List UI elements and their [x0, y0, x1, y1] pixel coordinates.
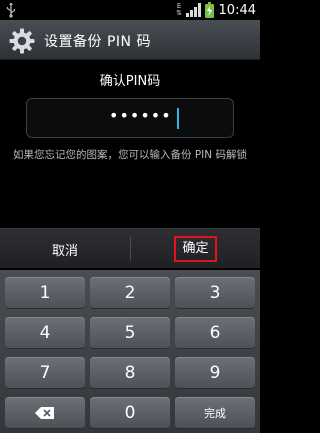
ok-label: 确定	[174, 236, 217, 262]
status-time: 10:44	[218, 2, 256, 18]
usb-icon	[6, 2, 16, 18]
confirm-pin-label: 确认PIN码	[99, 74, 161, 89]
done-key[interactable]: 完成	[175, 397, 255, 429]
pin-input[interactable]: ••••••	[26, 98, 234, 138]
gear-icon	[9, 28, 35, 54]
key-5[interactable]: 5	[90, 317, 170, 349]
action-bar: 取消 确定	[0, 228, 260, 268]
key-9[interactable]: 9	[175, 357, 255, 389]
status-bar: E ⇅ 10:44	[0, 0, 260, 20]
signal-icon	[185, 3, 201, 17]
ok-button[interactable]: 确定	[131, 229, 260, 269]
backspace-icon	[35, 406, 54, 419]
title-bar: 设置备份 PIN 码	[0, 20, 260, 60]
battery-charging-icon	[204, 2, 214, 18]
hint-text: 如果您忘记您的图案，您可以输入备份 PIN 码解锁	[13, 149, 247, 161]
key-0[interactable]: 0	[90, 397, 170, 429]
key-2[interactable]: 2	[90, 277, 170, 309]
key-1[interactable]: 1	[5, 277, 85, 309]
key-3[interactable]: 3	[175, 277, 255, 309]
cancel-button[interactable]: 取消	[0, 229, 130, 269]
network-type: E ⇅	[176, 2, 182, 17]
backspace-key[interactable]	[5, 397, 85, 429]
pin-value: ••••••	[109, 106, 172, 125]
key-7[interactable]: 7	[5, 357, 85, 389]
key-6[interactable]: 6	[175, 317, 255, 349]
page-title: 设置备份 PIN 码	[44, 34, 151, 50]
text-cursor	[177, 108, 179, 129]
key-4[interactable]: 4	[5, 317, 85, 349]
key-8[interactable]: 8	[90, 357, 170, 389]
cancel-label: 取消	[51, 243, 78, 259]
